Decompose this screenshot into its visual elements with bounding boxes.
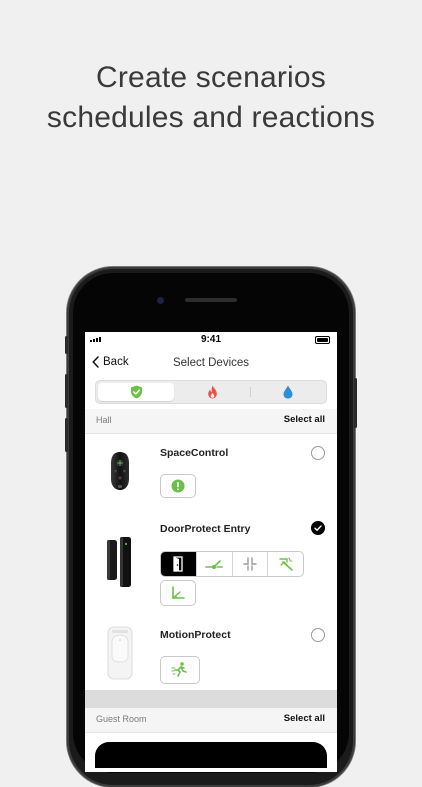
tab-water[interactable] bbox=[250, 383, 326, 401]
tab-security[interactable] bbox=[98, 383, 174, 401]
device-row-spacecontrol[interactable]: SpaceControl bbox=[85, 434, 337, 511]
spacecontrol-image bbox=[111, 452, 129, 490]
group-header-hall: Hall Select all bbox=[85, 409, 337, 434]
phone-screen: 9:41 Back Select Devices Hall Select all… bbox=[85, 332, 337, 772]
action-alarm-button[interactable] bbox=[160, 474, 196, 498]
category-tabs bbox=[95, 380, 327, 404]
magnet-icon bbox=[243, 557, 257, 571]
device-row-motionprotect[interactable]: MotionProtect bbox=[85, 616, 337, 691]
device-row-doorprotect-entry[interactable]: DoorProtect Entry bbox=[85, 510, 337, 617]
status-bar: 9:41 bbox=[85, 332, 337, 348]
section-divider bbox=[85, 690, 337, 708]
device-name: SpaceControl bbox=[160, 447, 229, 459]
bottom-action-bar[interactable] bbox=[95, 742, 327, 768]
tab-fire[interactable] bbox=[174, 383, 250, 401]
mute-switch bbox=[65, 336, 68, 354]
action-motion-button[interactable] bbox=[160, 656, 200, 684]
front-camera bbox=[157, 297, 164, 304]
checkmark-icon bbox=[314, 525, 322, 531]
flame-icon bbox=[207, 385, 217, 399]
status-time: 9:41 bbox=[200, 334, 221, 345]
group-name: Hall bbox=[96, 415, 112, 425]
volume-down-button bbox=[65, 418, 68, 452]
device-name: MotionProtect bbox=[160, 629, 231, 641]
page-title: Select Devices bbox=[172, 357, 250, 369]
earpiece-speaker bbox=[185, 298, 237, 302]
action-magnet-button[interactable] bbox=[231, 552, 268, 576]
device-name: DoorProtect Entry bbox=[160, 523, 251, 535]
doorprotect-image bbox=[107, 537, 131, 587]
device-select-radio[interactable] bbox=[311, 628, 325, 642]
water-drop-icon bbox=[283, 385, 293, 399]
select-all-button[interactable]: Select all bbox=[284, 414, 325, 425]
power-button bbox=[354, 378, 357, 428]
tamper-icon bbox=[278, 557, 293, 571]
tilt-icon bbox=[172, 586, 185, 599]
headline-line-1: Create scenarios bbox=[96, 61, 326, 94]
device-select-radio-checked[interactable] bbox=[311, 521, 325, 535]
headline-line-2: schedules and reactions bbox=[46, 101, 376, 134]
running-man-icon bbox=[171, 662, 187, 677]
motionprotect-image bbox=[107, 626, 133, 680]
volume-up-button bbox=[65, 374, 68, 408]
door-open-icon bbox=[173, 556, 184, 572]
action-button-group bbox=[160, 551, 304, 577]
group-name: Guest Room bbox=[96, 714, 147, 724]
opening-sensor-icon bbox=[205, 560, 223, 569]
device-select-radio[interactable] bbox=[311, 446, 325, 460]
select-all-button[interactable]: Select all bbox=[284, 713, 325, 724]
group-header-guest-room: Guest Room Select all bbox=[85, 708, 337, 733]
headline: Create scenarios schedules and reactions bbox=[0, 58, 422, 138]
action-door-open-button[interactable] bbox=[161, 552, 196, 576]
battery-icon bbox=[315, 336, 330, 344]
action-tamper-button[interactable] bbox=[267, 552, 303, 576]
nav-bar: Back Select Devices bbox=[85, 348, 337, 378]
alarm-icon bbox=[171, 479, 185, 493]
action-tilt-button[interactable] bbox=[160, 580, 196, 606]
shield-check-icon bbox=[130, 385, 142, 399]
action-opening-sensor-button[interactable] bbox=[195, 552, 232, 576]
